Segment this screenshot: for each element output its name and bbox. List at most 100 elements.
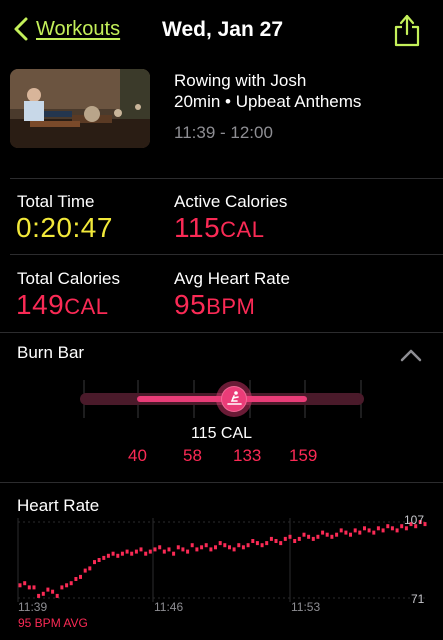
hr-point [214,545,217,550]
hr-point [218,541,222,546]
hr-point [97,558,101,562]
hr-point [223,543,227,548]
hr-point [69,581,73,586]
hr-point [83,568,87,573]
hr-point [251,539,255,543]
hr-point [125,549,129,554]
hr-point [162,549,166,554]
hr-point [116,553,120,558]
back-label: Workouts [36,17,121,40]
hr-point [316,534,320,539]
active-calories-value: 115CAL [174,212,264,244]
hr-point [158,545,162,550]
hr-point [325,532,329,537]
total-calories-value: 149CAL [16,289,109,321]
hr-point [74,577,78,581]
hr-point [274,539,278,543]
hr-point [106,553,110,558]
hr-point [209,547,213,552]
hr-point [311,536,315,541]
hr-point [55,593,59,598]
hr-point [167,547,171,552]
burn-bar-current-label: 115 CAL [190,425,253,442]
hr-point [400,524,404,529]
hr-point [353,528,357,533]
share-icon[interactable] [392,12,422,48]
active-calories-label: Active Calories [174,192,288,211]
hr-point [111,551,115,556]
hr-point [139,547,143,552]
hr-point [204,543,208,548]
hr-point [148,549,152,554]
hr-point [367,528,371,533]
hr-point [232,547,236,552]
hr-point [172,551,176,556]
back-button[interactable]: Workouts [12,16,120,42]
avg-heart-rate-label: Avg Heart Rate [174,269,290,288]
active-calories-unit: CAL [220,217,265,242]
hr-point [246,543,250,548]
hr-point [65,583,69,588]
hr-point [46,587,50,592]
hr-point [293,539,297,543]
hr-point [153,547,157,552]
hr-point [176,545,180,550]
hr-point [130,551,134,556]
hr-point [228,545,231,550]
total-time-value: 0:20:47 [16,212,113,243]
x-tick-label: 11:39 [18,600,48,614]
hr-point [335,532,339,537]
hr-point [144,551,148,556]
hr-point [395,528,399,533]
hr-point [265,541,269,546]
hr-point [381,528,385,533]
workout-subtitle: 20min • Upbeat Anthems [174,92,362,111]
hr-point [255,541,259,546]
hr-point [269,536,273,541]
hr-point [37,593,41,598]
hr-point [344,530,348,535]
divider [0,482,443,483]
hr-point [134,549,138,554]
active-calories-number: 115 [174,212,221,243]
page-title: Wed, Jan 27 [162,18,283,41]
divider [10,178,443,179]
hr-point [120,551,124,556]
divider [10,254,443,255]
hr-point [349,532,352,537]
hr-point [79,574,82,579]
workout-thumbnail[interactable] [10,69,150,148]
hr-point [181,547,185,552]
hr-point [27,585,31,590]
hr-point [386,524,390,529]
avg-heart-rate-unit: BPM [206,294,256,319]
hr-point [41,591,45,596]
hr-point [339,528,343,533]
hr-point [363,526,366,531]
chevron-up-icon[interactable] [399,347,423,363]
hr-point [60,585,64,590]
hr-point [279,541,283,546]
hr-point [51,589,55,594]
hr-point [190,543,194,548]
hr-point [102,555,106,560]
total-calories-number: 149 [16,289,65,320]
burn-bar-tick: 159 [289,446,318,465]
rowing-studio-image [10,69,150,148]
y-max-label: 107 [404,513,425,527]
hr-point [307,534,311,539]
avg-heart-rate-value: 95BPM [174,289,255,321]
hr-point [358,530,362,535]
hr-point [302,532,306,537]
workout-name: Rowing with Josh [174,71,307,90]
x-tick-label: 11:53 [291,600,321,614]
hr-point [32,585,36,590]
hr-point [260,543,264,548]
total-time-label: Total Time [17,192,95,211]
total-calories-label: Total Calories [17,269,120,288]
total-calories-unit: CAL [64,294,109,319]
hr-point [23,581,27,586]
divider [0,332,443,333]
burn-bar-graphic [80,380,364,418]
avg-bpm-label: 95 BPM AVG [18,616,88,630]
